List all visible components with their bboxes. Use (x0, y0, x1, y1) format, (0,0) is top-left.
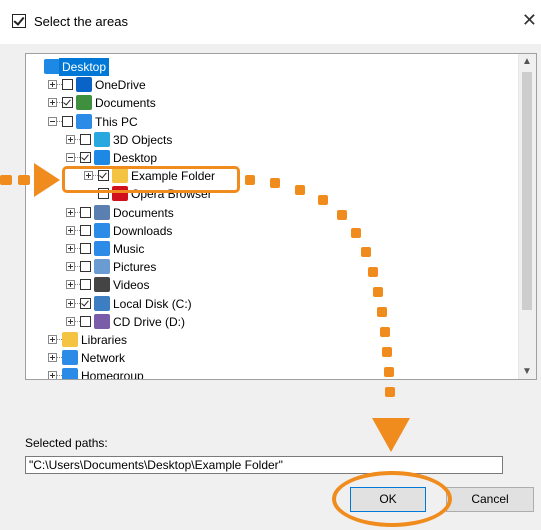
music-icon (94, 241, 110, 256)
tree-item-checkbox[interactable] (80, 297, 91, 309)
disk-icon (94, 295, 110, 311)
cancel-button[interactable]: Cancel (446, 487, 534, 512)
desktop-icon (44, 59, 60, 74)
expand-icon[interactable] (48, 80, 57, 90)
pictures-icon (94, 259, 110, 275)
tree-item-label: Downloads (113, 223, 173, 238)
tree-item-checkbox[interactable] (80, 206, 91, 218)
cd-icon (94, 313, 110, 329)
tree-item-label: Videos (113, 278, 150, 293)
document-icon (94, 204, 110, 220)
expand-icon[interactable] (48, 371, 57, 379)
scroll-down-icon[interactable]: ▼ (522, 366, 532, 377)
monitor-icon (76, 113, 92, 129)
video-icon (94, 277, 110, 293)
tree-item-label: Libraries (81, 333, 128, 347)
download-icon (94, 222, 110, 238)
expand-icon[interactable] (66, 316, 75, 326)
tree-item-label: Desktop (113, 151, 158, 165)
expand-icon[interactable] (66, 207, 75, 217)
collapse-icon[interactable] (66, 153, 75, 162)
checkbox-app-icon (12, 14, 26, 28)
expand-icon[interactable] (66, 134, 75, 144)
title-bar: Select the areas ✕ (0, 0, 541, 44)
selected-paths-field[interactable] (25, 456, 503, 474)
select-areas-dialog: Select the areas ✕ ▲ ▼ Desktop OneDrive Do… (0, 0, 541, 530)
tree-item-checkbox[interactable] (62, 79, 73, 91)
expand-icon[interactable] (48, 353, 57, 363)
tree-item-label: Music (113, 242, 145, 256)
tree-item-label: Network (81, 351, 126, 366)
expand-icon[interactable] (66, 225, 75, 235)
folder-tree[interactable]: ▲ ▼ Desktop OneDrive Documents This PC 3D Ob… (25, 53, 537, 380)
close-icon[interactable]: ✕ (522, 10, 537, 31)
expand-icon[interactable] (66, 262, 75, 272)
tree-item-label: Pictures (113, 260, 157, 275)
tree-item-checkbox[interactable] (80, 152, 91, 163)
tree-item-checkbox[interactable] (62, 115, 73, 127)
tree-scrollbar[interactable]: ▲ ▼ (518, 54, 536, 379)
tree-item-label: Homegroup (81, 369, 144, 380)
tree-item-label: Documents (95, 96, 156, 111)
tree-item-label: This PC (95, 114, 138, 129)
tree-item-label: OneDrive (95, 78, 146, 93)
tree-item-checkbox[interactable] (80, 279, 91, 291)
tree-item-checkbox[interactable] (80, 315, 91, 327)
expand-icon[interactable] (48, 98, 57, 108)
tree-item-checkbox[interactable] (80, 224, 91, 236)
tree-item-label: Desktop (59, 58, 110, 76)
user-icon (76, 95, 92, 111)
tree-item-label: Local Disk (C:) (113, 296, 192, 311)
selected-paths-label: Selected paths: (25, 436, 108, 450)
tree-item-checkbox[interactable] (80, 243, 91, 254)
expand-icon[interactable] (66, 280, 75, 290)
window-title: Select the areas (34, 14, 128, 29)
tree-item-checkbox[interactable] (62, 97, 73, 109)
tree-item-checkbox[interactable] (80, 261, 91, 273)
tree-item-label: 3D Objects (113, 132, 173, 147)
collapse-icon[interactable] (48, 116, 57, 126)
onedrive-icon (76, 77, 92, 93)
tree-item-label: CD Drive (D:) (113, 314, 185, 329)
scroll-up-icon[interactable]: ▲ (522, 56, 532, 67)
desktop-icon (94, 150, 110, 165)
ok-button-highlight (332, 471, 452, 527)
libraries-icon (62, 332, 78, 347)
network-icon (62, 350, 78, 366)
tree-item-checkbox[interactable] (80, 133, 91, 145)
tree-item-label: Documents (113, 205, 174, 220)
cube-icon (94, 131, 110, 147)
expand-icon[interactable] (66, 244, 75, 253)
expand-icon[interactable] (66, 298, 75, 308)
homegroup-icon (62, 368, 78, 379)
expand-icon[interactable] (48, 335, 57, 344)
scroll-thumb[interactable] (522, 72, 532, 310)
example-folder-highlight (62, 166, 240, 193)
